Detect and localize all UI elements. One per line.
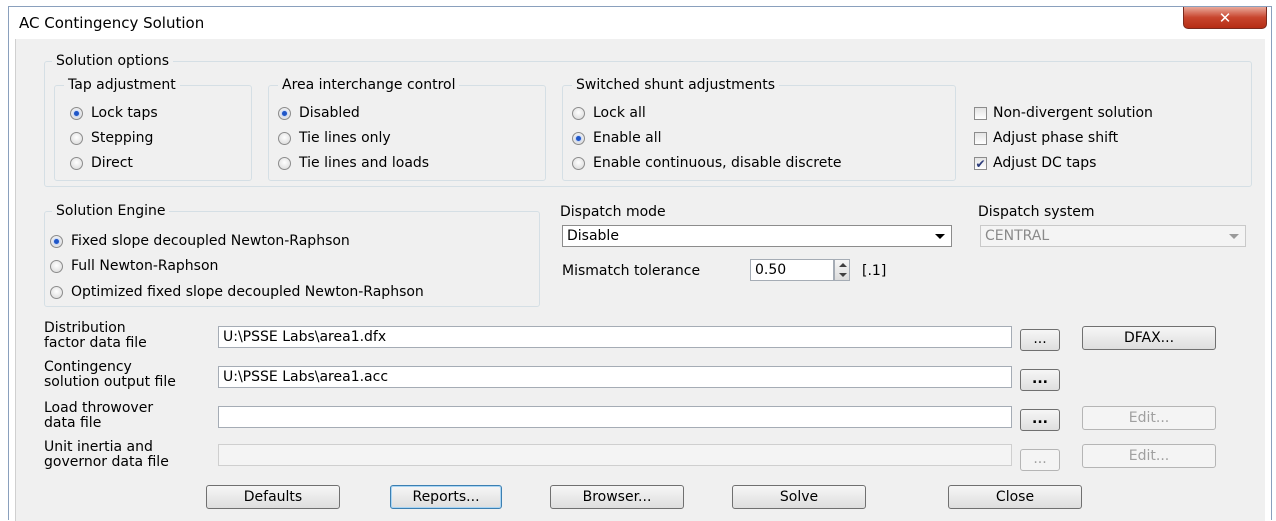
mismatch-tolerance-input[interactable]: 0.50 [750, 259, 834, 281]
dispatch-system-select[interactable]: CENTRAL [980, 225, 1246, 247]
mismatch-spinner[interactable] [834, 259, 850, 281]
thrower-browse-button[interactable]: ... [1020, 409, 1060, 431]
radio-disabled[interactable]: Disabled [278, 105, 360, 121]
dispatch-mode-label: Dispatch mode [560, 204, 666, 220]
close-window-button[interactable]: ✕ [1183, 7, 1267, 29]
chevron-down-icon [1229, 234, 1239, 239]
radio-selected-icon [572, 131, 585, 145]
acc-browse-button[interactable]: ... [1020, 369, 1060, 391]
dfx-browse-button[interactable]: ... [1020, 329, 1060, 351]
radio-icon [70, 156, 83, 170]
dfax-button[interactable]: DFAX... [1082, 326, 1216, 350]
spin-up-icon [839, 263, 847, 267]
checkbox-non-divergent[interactable]: Non-divergent solution [974, 105, 1153, 121]
radio-icon [50, 285, 63, 299]
window-title: AC Contingency Solution [19, 14, 205, 32]
radio-optimized-fixed-slope[interactable]: Optimized fixed slope decoupled Newton-R… [50, 284, 424, 300]
inertia-browse-button[interactable]: ... [1020, 449, 1060, 471]
close-icon: ✕ [1218, 8, 1232, 27]
radio-lock-all[interactable]: Lock all [572, 105, 646, 121]
acc-file-label: Contingency solution output file [44, 359, 176, 390]
radio-tie-lines-and-loads[interactable]: Tie lines and loads [278, 155, 429, 171]
radio-icon [278, 131, 291, 145]
radio-icon [572, 106, 585, 120]
dialog-window: AC Contingency Solution ✕ Solution optio… [8, 6, 1272, 521]
solution-engine-legend: Solution Engine [52, 203, 170, 219]
checkbox-adjust-dc-taps[interactable]: ✔ Adjust DC taps [974, 155, 1096, 171]
title-bar[interactable]: AC Contingency Solution ✕ [9, 7, 1271, 39]
dispatch-system-label: Dispatch system [978, 204, 1095, 220]
dfx-file-label: Distribution factor data file [44, 320, 147, 351]
solution-options-legend: Solution options [52, 53, 174, 69]
radio-fixed-slope[interactable]: Fixed slope decoupled Newton-Raphson [50, 233, 350, 249]
reports-button[interactable]: Reports... [390, 485, 502, 509]
solve-button[interactable]: Solve [732, 485, 866, 509]
acc-file-input[interactable]: U:\PSSE Labs\area1.acc [218, 366, 1012, 388]
radio-enable-all[interactable]: Enable all [572, 130, 662, 146]
radio-icon [572, 156, 585, 170]
inertia-edit-button[interactable]: Edit... [1082, 444, 1216, 468]
radio-selected-icon [278, 106, 291, 120]
radio-icon [70, 131, 83, 145]
checkbox-icon [974, 106, 987, 120]
radio-lock-taps[interactable]: Lock taps [70, 105, 158, 121]
radio-selected-icon [70, 106, 83, 120]
radio-full-newton-raphson[interactable]: Full Newton-Raphson [50, 258, 218, 274]
checkmark-icon: ✔ [974, 156, 987, 171]
inertia-file-label: Unit inertia and governor data file [44, 439, 169, 470]
dispatch-mode-select[interactable]: Disable [562, 225, 952, 247]
mismatch-tolerance-label: Mismatch tolerance [562, 263, 701, 279]
browser-button[interactable]: Browser... [550, 485, 684, 509]
radio-icon [50, 259, 63, 273]
defaults-button[interactable]: Defaults [206, 485, 340, 509]
spin-down-icon [839, 273, 847, 277]
thrower-edit-button[interactable]: Edit... [1082, 406, 1216, 430]
radio-stepping[interactable]: Stepping [70, 130, 153, 146]
thrower-file-label: Load throwover data file [44, 400, 154, 431]
dialog-client-area: Solution options Tap adjustment Lock tap… [15, 39, 1265, 521]
radio-direct[interactable]: Direct [70, 155, 133, 171]
tap-adjustment-legend: Tap adjustment [64, 77, 180, 93]
switched-shunt-legend: Switched shunt adjustments [572, 77, 780, 93]
inertia-file-input[interactable] [218, 444, 1012, 466]
radio-tie-lines-only[interactable]: Tie lines only [278, 130, 391, 146]
chevron-down-icon [935, 234, 945, 239]
close-button[interactable]: Close [948, 485, 1082, 509]
area-interchange-legend: Area interchange control [278, 77, 460, 93]
checkbox-adjust-phase-shift[interactable]: Adjust phase shift [974, 130, 1118, 146]
dfx-file-input[interactable]: U:\PSSE Labs\area1.dfx [218, 326, 1012, 348]
radio-selected-icon [50, 234, 63, 248]
mismatch-default-value: [.1] [862, 263, 887, 279]
checkbox-icon [974, 131, 987, 145]
radio-icon [278, 156, 291, 170]
radio-enable-continuous[interactable]: Enable continuous, disable discrete [572, 155, 841, 171]
thrower-file-input[interactable] [218, 406, 1012, 428]
